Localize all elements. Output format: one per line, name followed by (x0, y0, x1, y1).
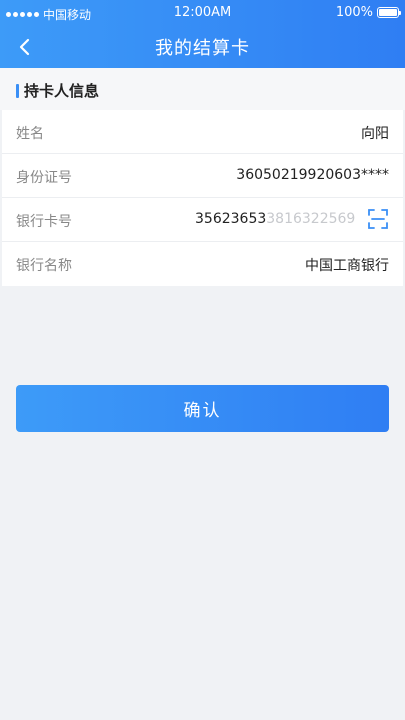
section-title: 持卡人信息 (24, 82, 100, 100)
bank-card-number-faded: 3816322569 (266, 211, 355, 227)
confirm-button[interactable]: 确认 (16, 385, 389, 432)
field-value-bank-name: 中国工商银行 (305, 258, 389, 274)
field-value-name: 向阳 (361, 126, 389, 142)
field-label-bank-name: 银行名称 (16, 258, 72, 274)
bank-card-input[interactable]: 356236533816322569 (195, 211, 355, 227)
section-accent-bar (16, 84, 19, 98)
battery-percent: 100% (335, 5, 373, 20)
field-row-bank-name: 银行名称 中国工商银行 (2, 242, 403, 286)
section-header: 持卡人信息 (0, 68, 405, 110)
field-label-id-number: 身份证号 (16, 170, 72, 186)
scan-icon[interactable] (367, 208, 389, 230)
bank-card-number: 35623653 (195, 211, 267, 227)
field-label-bank-card: 银行卡号 (16, 214, 72, 230)
status-bar: 中国移动 12:00AM 100% (0, 0, 405, 26)
cardholder-info-card: 姓名 向阳 身份证号 36050219920603**** 银行卡号 35623… (2, 110, 403, 286)
page-title: 我的结算卡 (155, 38, 250, 59)
nav-bar: 我的结算卡 (0, 26, 405, 68)
battery-icon (377, 7, 401, 18)
field-row-name: 姓名 向阳 (2, 110, 403, 154)
header: 中国移动 12:00AM 100% 我的结算卡 (0, 0, 405, 68)
field-row-bank-card: 银行卡号 356236533816322569 (2, 198, 403, 242)
field-label-name: 姓名 (16, 126, 44, 142)
field-row-id-number: 身份证号 36050219920603**** (2, 154, 403, 198)
field-value-id-number: 36050219920603**** (236, 167, 389, 183)
